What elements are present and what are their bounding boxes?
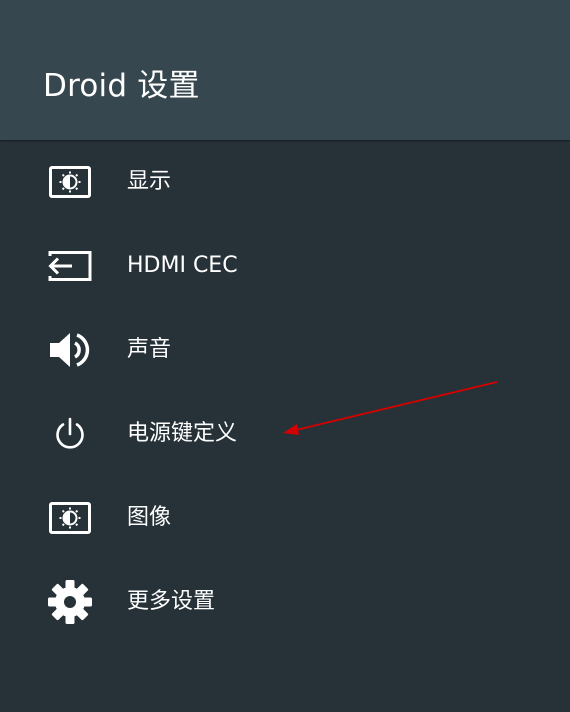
menu-item-label: 声音 (127, 337, 172, 362)
input-icon (46, 242, 94, 290)
menu-item-label: 显示 (127, 169, 172, 194)
app-header: Droid 设置 (0, 0, 570, 140)
speaker-icon (46, 326, 94, 374)
menu-item-more-settings[interactable]: 更多设置 (0, 560, 570, 644)
menu-item-picture[interactable]: 图像 (0, 476, 570, 560)
menu-item-sound[interactable]: 声音 (0, 308, 570, 392)
page-title: Droid 设置 (43, 68, 200, 104)
menu-item-label: HDMI CEC (127, 253, 238, 278)
menu-item-hdmi-cec[interactable]: HDMI CEC (0, 224, 570, 308)
menu-item-label: 图像 (127, 505, 172, 530)
menu-item-label: 更多设置 (127, 589, 216, 614)
gear-icon (46, 578, 94, 626)
picture-brightness-icon (46, 494, 94, 542)
menu-item-power-key[interactable]: 电源键定义 (0, 392, 570, 476)
power-icon (46, 410, 94, 458)
menu-item-display[interactable]: 显示 (0, 140, 570, 224)
display-brightness-icon (46, 158, 94, 206)
settings-menu: 显示 HDMI CEC 声音 电源键定义 图像 更多设置 (0, 140, 570, 644)
menu-item-label: 电源键定义 (127, 421, 238, 446)
